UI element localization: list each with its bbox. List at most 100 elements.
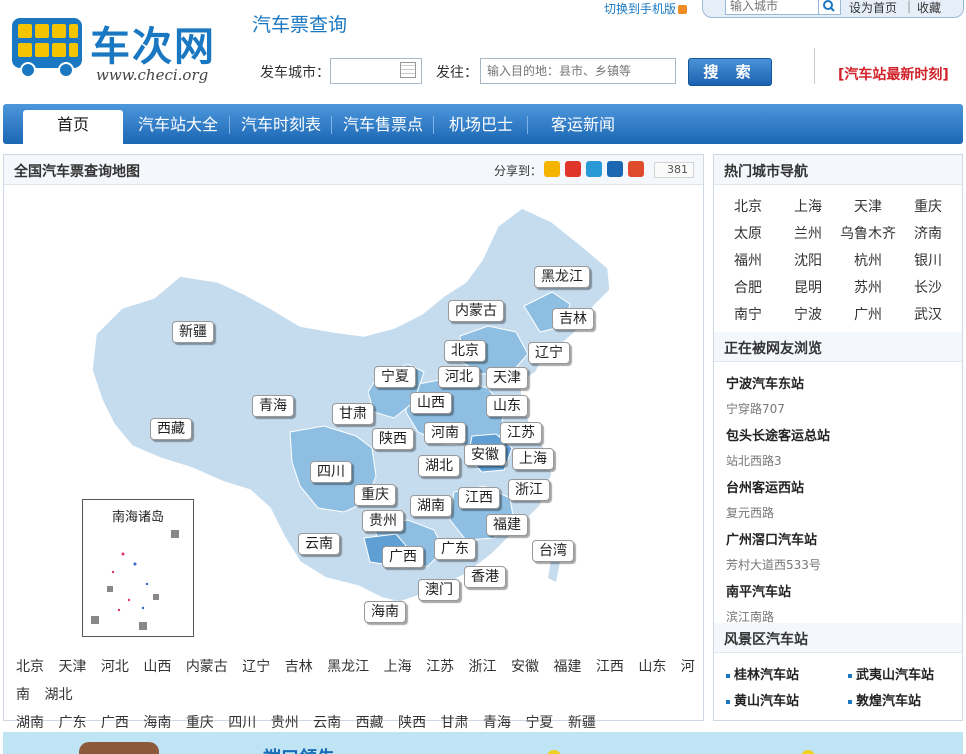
hot-city-link[interactable]: 兰州 [778,223,838,243]
province-link[interactable]: 山东 [638,659,666,675]
province-link[interactable]: 宁夏 [525,715,553,731]
map-label-heilongjiang[interactable]: 黑龙江 [534,266,590,288]
province-link[interactable]: 北京 [16,659,44,675]
map-label-jilin[interactable]: 吉林 [552,308,594,330]
nav-home[interactable]: 首页 [23,110,123,144]
province-link[interactable]: 湖南 [16,715,44,731]
province-link[interactable]: 吉林 [285,659,313,675]
nav-timetable[interactable]: 汽车时刻表 [231,104,331,144]
province-link[interactable]: 黑龙江 [327,659,369,675]
hot-city-link[interactable]: 长沙 [898,277,958,297]
map-label-liaoning[interactable]: 辽宁 [528,342,570,364]
map-label-shaanxi[interactable]: 陕西 [372,428,414,450]
map-label-anhui[interactable]: 安徽 [464,444,506,466]
favorite-link[interactable]: 收藏 [917,0,941,16]
province-link[interactable]: 新疆 [568,715,596,731]
map-label-xizang[interactable]: 西藏 [150,418,192,440]
set-homepage-link[interactable]: 设为首页 [849,0,897,16]
hot-city-link[interactable]: 乌鲁木齐 [838,223,898,243]
hot-city-link[interactable]: 宁波 [778,304,838,324]
province-link[interactable]: 江苏 [426,659,454,675]
province-link[interactable]: 广东 [58,715,86,731]
hot-city-link[interactable]: 银川 [898,250,958,270]
hot-city-link[interactable]: 重庆 [898,196,958,216]
scenic-station-link[interactable]: 武夷山汽车站 [848,664,934,683]
city-search-button[interactable] [819,0,841,15]
browse-item[interactable]: 广州滘口汽车站 芳村大道西533号 [726,529,821,573]
map-label-zhejiang[interactable]: 浙江 [508,479,550,501]
map-label-tianjin[interactable]: 天津 [486,367,528,389]
browse-item[interactable]: 南平汽车站 滨江南路 [726,581,791,625]
scenic-station-link[interactable]: 敦煌汽车站 [848,690,921,709]
province-link[interactable]: 辽宁 [242,659,270,675]
tencent-weibo-icon[interactable] [586,161,602,177]
nav-ticket-outlets[interactable]: 汽车售票点 [333,104,433,144]
province-link[interactable]: 甘肃 [441,715,469,731]
map-label-jiangxi[interactable]: 江西 [458,487,500,509]
south-china-sea-inset[interactable]: 南海诸岛 [82,499,194,637]
province-link[interactable]: 海南 [143,715,171,731]
browse-item[interactable]: 包头长途客运总站 站北西路3 [726,425,830,469]
renren-icon[interactable] [607,161,623,177]
hot-city-link[interactable]: 苏州 [838,277,898,297]
map-label-jiangsu[interactable]: 江苏 [500,422,542,444]
search-button[interactable]: 搜 索 [688,58,772,86]
nav-bus-stations[interactable]: 汽车站大全 [129,104,227,144]
map-label-xinjiang[interactable]: 新疆 [172,321,214,343]
kaixin-icon[interactable] [628,161,644,177]
map-label-gansu[interactable]: 甘肃 [332,403,374,425]
province-link[interactable]: 福建 [553,659,581,675]
hot-city-link[interactable]: 南宁 [718,304,778,324]
province-link[interactable]: 贵州 [271,715,299,731]
map-label-shanghai[interactable]: 上海 [512,448,554,470]
hot-city-link[interactable]: 福州 [718,250,778,270]
map-label-shanxi[interactable]: 山西 [410,392,452,414]
map-label-guizhou[interactable]: 贵州 [362,510,404,532]
browse-item[interactable]: 台州客运西站 复元西路 [726,477,804,521]
map-label-chongqing[interactable]: 重庆 [354,484,396,506]
site-logo[interactable]: 车次网 www.checi.org [8,10,238,90]
province-link[interactable]: 西藏 [356,715,384,731]
hot-city-link[interactable]: 济南 [898,223,958,243]
map-label-sichuan[interactable]: 四川 [310,461,352,483]
province-link[interactable]: 广西 [101,715,129,731]
hot-city-link[interactable]: 广州 [838,304,898,324]
map-label-neimenggu[interactable]: 内蒙古 [448,300,504,322]
hot-city-link[interactable]: 昆明 [778,277,838,297]
map-label-hainan[interactable]: 海南 [364,601,406,623]
province-link[interactable]: 陕西 [398,715,426,731]
hot-city-link[interactable]: 合肥 [718,277,778,297]
hot-city-link[interactable]: 武汉 [898,304,958,324]
calendar-icon[interactable] [400,62,416,78]
province-link[interactable]: 天津 [58,659,86,675]
promo-banner[interactable]: 端口领先 [3,732,963,754]
province-link[interactable]: 湖北 [44,687,72,703]
map-label-ningxia[interactable]: 宁夏 [374,366,416,388]
nav-news[interactable]: 客运新闻 [531,104,635,144]
scenic-station-link[interactable]: 桂林汽车站 [726,664,799,683]
map-label-shandong[interactable]: 山东 [486,395,528,417]
province-link[interactable]: 青海 [483,715,511,731]
city-search-input[interactable] [725,0,819,15]
map-label-hubei[interactable]: 湖北 [418,455,460,477]
weibo-icon[interactable] [565,161,581,177]
hot-city-link[interactable]: 天津 [838,196,898,216]
nav-airport-bus[interactable]: 机场巴士 [435,104,527,144]
province-link[interactable]: 内蒙古 [186,659,228,675]
hot-city-link[interactable]: 杭州 [838,250,898,270]
province-link[interactable]: 四川 [228,715,256,731]
province-link[interactable]: 江西 [596,659,624,675]
map-label-hunan[interactable]: 湖南 [410,495,452,517]
map-label-taiwan[interactable]: 台湾 [532,540,574,562]
hot-city-link[interactable]: 沈阳 [778,250,838,270]
scenic-station-link[interactable]: 黄山汽车站 [726,690,799,709]
map-label-guangdong[interactable]: 广东 [434,538,476,560]
map-label-beijing[interactable]: 北京 [444,340,486,362]
mobile-version-link[interactable]: 切换到手机版 [604,0,688,17]
map-label-yunnan[interactable]: 云南 [298,533,340,555]
province-link[interactable]: 重庆 [186,715,214,731]
province-link[interactable]: 上海 [384,659,412,675]
hot-city-link[interactable]: 上海 [778,196,838,216]
province-link[interactable]: 云南 [313,715,341,731]
map-label-fujian[interactable]: 福建 [486,514,528,536]
